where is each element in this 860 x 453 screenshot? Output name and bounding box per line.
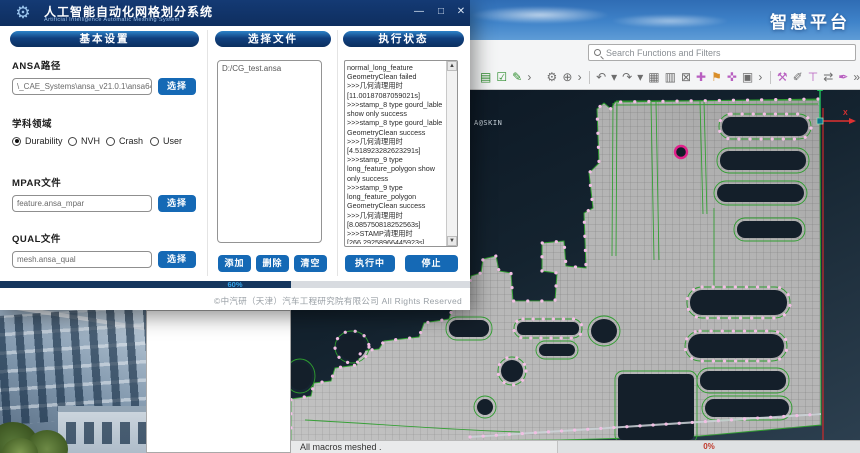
ansa-statusbar: All macros meshed . 0% <box>291 440 860 453</box>
delete-icon[interactable]: ⊠ <box>681 71 691 83</box>
radio-label: Durability <box>25 136 63 146</box>
log-scrollbar[interactable]: ▲ ▼ <box>446 61 457 246</box>
redo-caret-icon[interactable]: ▾ <box>637 71 643 83</box>
ansa-path-input[interactable]: \_CAE_Systems\ansa_v21.0.1\ansa64.bat <box>12 78 152 95</box>
grid-icon[interactable]: ▦ <box>648 71 659 83</box>
undo-icon[interactable]: ↶ <box>596 71 606 83</box>
zoom-settings-icon[interactable]: ⚙ <box>547 71 558 83</box>
ansa-toolbar: ▤ ☑ ✎ › ⚙ ⊕ › ↶ ▾ ↷ ▾ ▦ ▥ ⊠ ✚ ⚑ ✜ ▣ › <box>480 66 860 88</box>
dialog-progress-bar: 60% <box>0 281 470 288</box>
add-button[interactable]: 添加 <box>218 255 251 272</box>
wrench-icon[interactable]: ⚒ <box>777 71 788 83</box>
building-photo <box>0 310 146 453</box>
swap-icon[interactable]: ⇄ <box>823 71 833 83</box>
ansa-path-browse-button[interactable]: 选择 <box>158 78 196 95</box>
maximize-button[interactable]: □ <box>434 6 448 17</box>
undo-caret-icon[interactable]: ▾ <box>611 71 617 83</box>
status-message: All macros meshed . <box>291 441 557 453</box>
tab-exec-status[interactable]: 执行状态 <box>343 31 464 47</box>
scroll-down-icon[interactable]: ▼ <box>447 236 457 246</box>
tab-basic-settings[interactable]: 基本设置 <box>10 31 199 47</box>
chevron-right-icon[interactable]: › <box>577 71 581 83</box>
axis-x-label: X <box>843 110 848 117</box>
radio-dot[interactable] <box>150 137 159 146</box>
running-button[interactable]: 执行中 <box>345 255 395 272</box>
sketch-icon[interactable]: ✎ <box>512 71 522 83</box>
desktop-wallpaper: 智慧平台 <box>440 0 860 40</box>
search-icon <box>594 49 601 56</box>
scroll-up-icon[interactable]: ▲ <box>447 61 457 71</box>
axis-y-label: Y <box>812 90 817 91</box>
app-logo-icon: ⚙ <box>13 3 33 23</box>
meshing-dialog: ⚙ 人工智能自动化网格划分系统 Artificial Intelligence … <box>0 0 470 310</box>
radio-dot[interactable] <box>68 137 77 146</box>
clear-button[interactable]: 清空 <box>294 255 327 272</box>
close-button[interactable]: ✕ <box>454 6 468 17</box>
radio-user[interactable]: User <box>150 136 182 146</box>
radio-label: Crash <box>119 136 143 146</box>
mpar-label: MPAR文件 <box>12 175 61 189</box>
qual-label: QUAL文件 <box>12 231 61 245</box>
radio-label: NVH <box>81 136 100 146</box>
chevron-right-icon[interactable]: › <box>527 71 531 83</box>
pen-icon[interactable]: ✒ <box>838 71 848 83</box>
ansa-path-label: ANSA路径 <box>12 58 61 72</box>
checkbox-icon[interactable]: ☑ <box>496 71 507 83</box>
delete-button[interactable]: 删除 <box>256 255 289 272</box>
chevron-more-icon[interactable]: » <box>853 71 860 83</box>
tab-select-files[interactable]: 选择文件 <box>215 31 331 47</box>
transform-icon[interactable]: ✜ <box>727 71 737 83</box>
search-input[interactable]: Search Functions and Filters <box>588 44 856 61</box>
search-placeholder: Search Functions and Filters <box>606 48 721 58</box>
platform-title: 智慧平台 <box>770 8 850 33</box>
qual-input[interactable]: mesh.ansa_qual <box>12 251 152 268</box>
mpar-input[interactable]: feature.ansa_mpar <box>12 195 152 212</box>
support-icon[interactable]: ⊤ <box>808 71 818 83</box>
log-box[interactable]: normal_long_feature GeometryClean failed… <box>344 60 458 247</box>
side-panel-window[interactable] <box>146 310 291 453</box>
dialog-subtitle: Artificial Intelligence Automatic Meshin… <box>44 17 180 23</box>
mpar-browse-button[interactable]: 选择 <box>158 195 196 212</box>
status-progress: 0% <box>557 441 860 453</box>
domain-label: 学科领域 <box>12 116 52 130</box>
radio-crash[interactable]: Crash <box>106 136 143 146</box>
redo-icon[interactable]: ↷ <box>622 71 632 83</box>
radio-dot[interactable] <box>12 137 21 146</box>
radio-nvh[interactable]: NVH <box>68 136 100 146</box>
table-icon[interactable]: ▥ <box>665 71 676 83</box>
column-divider <box>337 30 338 276</box>
file-listbox[interactable]: D:/CG_test.ansa <box>217 60 322 243</box>
zoom-icon[interactable]: ⊕ <box>562 71 572 83</box>
move-icon[interactable]: ✚ <box>696 71 706 83</box>
selected-node-marker <box>675 146 687 158</box>
radio-label: User <box>163 136 182 146</box>
dialog-titlebar[interactable]: ⚙ 人工智能自动化网格划分系统 Artificial Intelligence … <box>0 0 470 26</box>
parts-tree-icon[interactable]: ▤ <box>480 71 491 83</box>
log-text: normal_long_feature GeometryClean failed… <box>347 63 446 244</box>
viewport-model-label: A@SKIN <box>474 119 502 127</box>
column-divider <box>207 30 208 276</box>
radio-durability[interactable]: Durability <box>12 136 63 146</box>
file-list-item[interactable]: D:/CG_test.ansa <box>222 64 317 73</box>
cloud <box>610 14 730 28</box>
dialog-footer: ©中汽研（天津）汽车工程研究院有限公司 All Rights Reserved <box>0 288 470 310</box>
screen: 智慧平台 Search Functions and Filters ▤ ☑ ✎ … <box>0 0 860 453</box>
building-lower-windows <box>66 422 146 444</box>
notify-flag-icon[interactable]: ⚑ <box>711 71 722 83</box>
radio-dot[interactable] <box>106 137 115 146</box>
minimize-button[interactable]: — <box>412 6 426 17</box>
edit-note-icon[interactable]: ✐ <box>793 71 803 83</box>
cloud <box>470 6 610 24</box>
entities-icon[interactable]: ▣ <box>742 71 753 83</box>
chevron-right-icon[interactable]: › <box>758 71 762 83</box>
stop-button[interactable]: 停止 <box>405 255 458 272</box>
qual-browse-button[interactable]: 选择 <box>158 251 196 268</box>
